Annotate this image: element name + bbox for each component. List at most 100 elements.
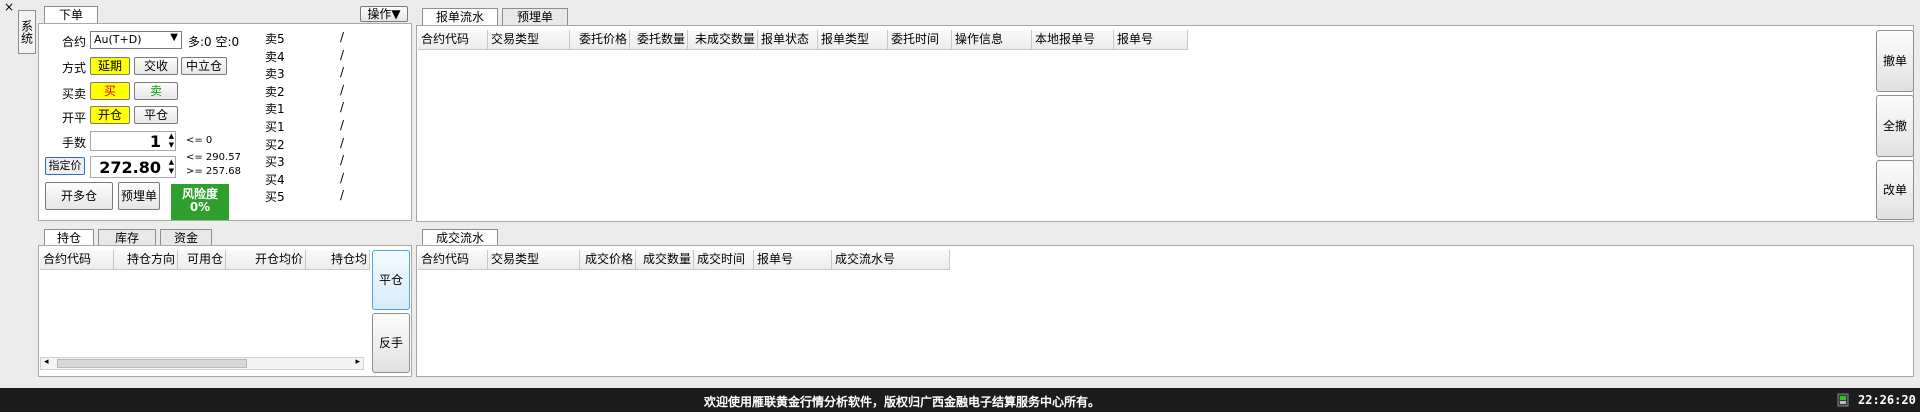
sell-button[interactable]: 卖 — [134, 82, 178, 100]
column-header[interactable]: 合约代码 — [418, 250, 488, 270]
clock-time: 22:26:20 — [1858, 393, 1916, 407]
depth-value: / — [340, 153, 345, 168]
market-depth: 卖5 / 卖4 / 卖3 / 卖2 / 卖1 / 买1 / 买2 / 买3 / 买4 / 买5 / — [265, 30, 375, 210]
long-short-count: 多:0 空:0 — [188, 35, 240, 49]
reverse-button[interactable]: 反手 — [372, 313, 410, 373]
status-bar: 欢迎使用雁联黄金行情分析软件，版权归广西金融电子结算服务中心所有。 22:26:… — [0, 388, 1920, 412]
mode-delivery-button[interactable]: 交收 — [134, 57, 178, 75]
depth-value: / — [340, 135, 345, 150]
contract-value: Au(T+D) — [94, 33, 142, 46]
column-header[interactable]: 合约代码 — [40, 250, 114, 270]
close-position-button[interactable]: 平仓 — [134, 106, 178, 124]
column-header[interactable]: 开仓均价 — [226, 250, 306, 270]
column-header[interactable]: 合约代码 — [418, 30, 488, 50]
positions-table-header: 合约代码 持仓方向 可用仓 开仓均价 持仓均 — [40, 250, 370, 270]
mode-neutral-button[interactable]: 中立仓 — [181, 57, 227, 75]
depth-label: 买5 — [265, 190, 285, 205]
risk-value: 0% — [189, 200, 211, 214]
scroll-thumb[interactable] — [57, 359, 247, 368]
cancel-order-button[interactable]: 撤单 — [1876, 30, 1914, 92]
mode-defer-button[interactable]: 延期 — [90, 57, 130, 75]
risk-indicator: 风险度 0% — [171, 184, 229, 220]
price-stepper[interactable]: ▲ ▼ — [169, 158, 174, 176]
depth-value: / — [340, 82, 345, 97]
depth-label: 卖2 — [265, 84, 285, 99]
tab-inventory[interactable]: 库存 — [98, 229, 156, 246]
contract-select[interactable]: Au(T+D) ▼ — [90, 31, 182, 49]
price-input[interactable]: 272.80 ▲ ▼ — [90, 156, 176, 178]
order-tabstrip: 下单 — [44, 6, 410, 23]
side-label: 买卖 — [62, 87, 87, 101]
column-header[interactable]: 成交流水号 — [832, 250, 950, 270]
chevron-down-icon: ▼ — [170, 32, 178, 43]
column-header[interactable]: 报单状态 — [758, 30, 818, 50]
horizontal-scrollbar[interactable]: ◂ ▸ — [40, 357, 364, 370]
depth-label: 卖5 — [265, 32, 285, 46]
open-long-button[interactable]: 开多仓 — [45, 182, 113, 210]
modify-order-button[interactable]: 改单 — [1876, 160, 1914, 220]
column-header[interactable]: 报单号 — [754, 250, 832, 270]
depth-value: / — [340, 100, 345, 115]
depth-value: / — [340, 65, 345, 80]
scroll-right-icon[interactable]: ▸ — [355, 357, 360, 367]
column-header[interactable]: 操作信息 — [952, 30, 1032, 50]
depth-value: / — [340, 47, 345, 62]
tab-trade-flow[interactable]: 成交流水 — [422, 229, 498, 246]
depth-label: 买1 — [265, 120, 285, 134]
buy-button[interactable]: 买 — [90, 82, 130, 100]
depth-value: / — [340, 170, 345, 185]
depth-label: 买4 — [265, 172, 285, 187]
column-header[interactable]: 委托价格 — [570, 30, 630, 50]
quantity-limit: <= 0 — [186, 135, 213, 146]
depth-label: 买2 — [265, 137, 285, 152]
column-header[interactable]: 委托数量 — [630, 30, 688, 50]
cancel-all-button[interactable]: 全撤 — [1876, 95, 1914, 157]
column-header[interactable]: 委托时间 — [888, 30, 952, 50]
tab-pre-orders[interactable]: 预埋单 — [502, 8, 568, 25]
column-header[interactable]: 本地报单号 — [1032, 30, 1114, 50]
column-header[interactable]: 持仓均 — [306, 250, 370, 270]
price-value: 272.80 — [99, 158, 161, 177]
column-header[interactable]: 报单号 — [1114, 30, 1188, 50]
column-header[interactable]: 交易类型 — [488, 30, 570, 50]
quantity-label: 手数 — [62, 136, 87, 150]
depth-value: / — [340, 188, 345, 203]
close-icon[interactable]: × — [4, 0, 14, 14]
operations-button[interactable]: 操作▼ — [360, 6, 408, 22]
tab-positions[interactable]: 持仓 — [44, 229, 94, 246]
column-header[interactable]: 持仓方向 — [114, 250, 178, 270]
system-tab[interactable]: 系统 — [18, 10, 36, 54]
column-header[interactable]: 可用仓 — [178, 250, 226, 270]
pre-order-button[interactable]: 预埋单 — [118, 182, 160, 210]
column-header[interactable]: 交易类型 — [488, 250, 580, 270]
app-window: × 系统 下单 操作▼ 合约 Au(T+D) ▼ 多:0 空:0 方式 延期 交… — [0, 0, 1920, 412]
depth-label: 卖4 — [265, 49, 285, 64]
column-header[interactable]: 报单类型 — [818, 30, 888, 50]
close-position-side-button[interactable]: 平仓 — [372, 250, 410, 310]
open-position-button[interactable]: 开仓 — [90, 106, 130, 124]
tab-order-flow[interactable]: 报单流水 — [422, 8, 498, 25]
tab-funds[interactable]: 资金 — [160, 229, 212, 246]
depth-label: 卖1 — [265, 102, 285, 117]
orders-table-header: 合约代码 交易类型 委托价格 委托数量 未成交数量 报单状态 报单类型 委托时间… — [418, 30, 1188, 50]
contract-label: 合约 — [62, 35, 87, 49]
trades-table-header: 合约代码 交易类型 成交价格 成交数量 成交时间 报单号 成交流水号 — [418, 250, 950, 270]
column-header[interactable]: 成交价格 — [580, 250, 636, 270]
quantity-stepper[interactable]: ▲ ▼ — [169, 132, 174, 150]
specified-price-button[interactable]: 指定价 — [45, 157, 85, 175]
orders-panel — [416, 25, 1914, 222]
quantity-value: 1 — [149, 132, 161, 151]
price-upper-limit: <= 290.57 — [186, 152, 241, 163]
price-lower-limit: >= 257.68 — [186, 166, 241, 177]
mode-label: 方式 — [62, 61, 87, 75]
depth-label: 买3 — [265, 155, 285, 170]
depth-label: 卖3 — [265, 67, 285, 82]
column-header[interactable]: 成交时间 — [694, 250, 754, 270]
column-header[interactable]: 未成交数量 — [688, 30, 758, 50]
scroll-left-icon[interactable]: ◂ — [44, 357, 49, 367]
depth-value: / — [340, 30, 345, 44]
column-header[interactable]: 成交数量 — [636, 250, 694, 270]
quantity-input[interactable]: 1 ▲ ▼ — [90, 131, 176, 151]
tab-order[interactable]: 下单 — [44, 6, 98, 23]
network-icon — [1836, 392, 1850, 408]
